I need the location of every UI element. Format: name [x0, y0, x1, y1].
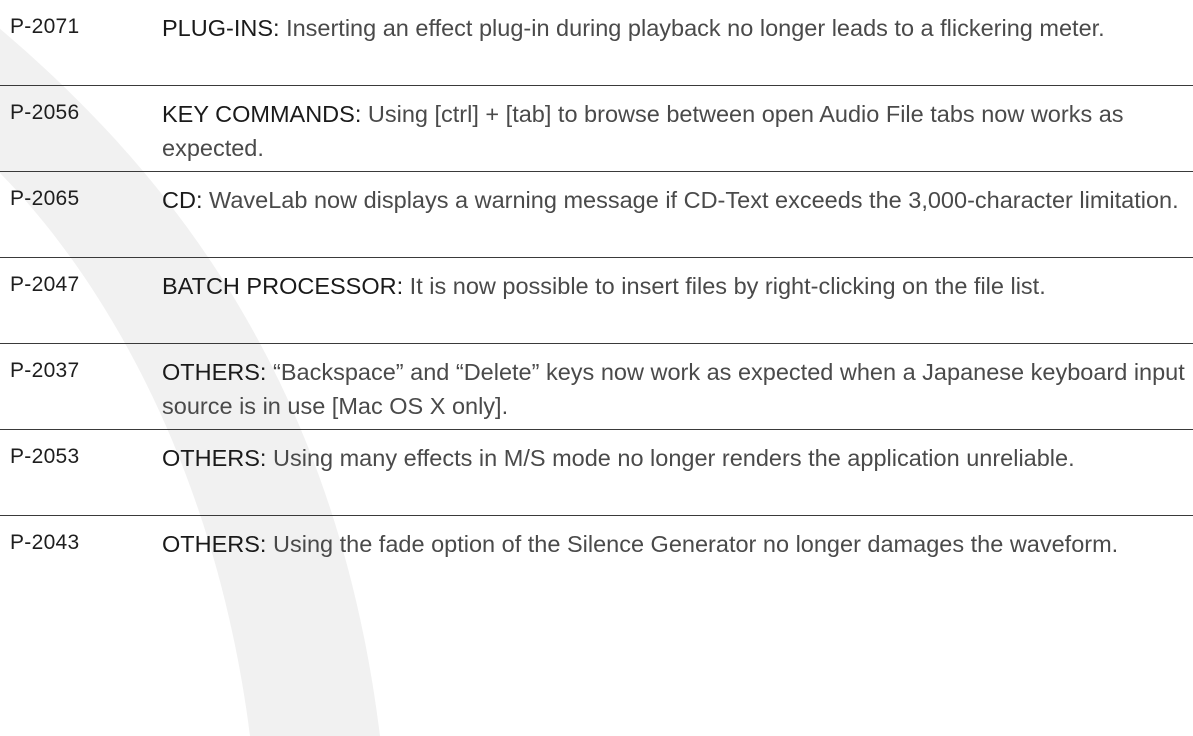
list-item: P-2071 PLUG-INS: Inserting an effect plu… [0, 0, 1193, 86]
issue-category: PLUG-INS: [162, 15, 280, 41]
issue-text: OTHERS: “Backspace” and “Delete” keys no… [162, 355, 1188, 423]
issue-text: KEY COMMANDS: Using [ctrl] + [tab] to br… [162, 97, 1188, 165]
issue-id: P-2043 [10, 531, 80, 554]
issue-category: OTHERS: [162, 359, 267, 385]
issue-category: BATCH PROCESSOR: [162, 273, 404, 299]
issue-id: P-2056 [10, 101, 80, 124]
issue-category: KEY COMMANDS: [162, 101, 362, 127]
list-item: P-2047 BATCH PROCESSOR: It is now possib… [0, 258, 1193, 344]
issue-description: Inserting an effect plug-in during playb… [286, 15, 1105, 41]
list-item: P-2065 CD: WaveLab now displays a warnin… [0, 172, 1193, 258]
issue-category: CD: [162, 187, 203, 213]
issue-category: OTHERS: [162, 445, 267, 471]
issue-text: OTHERS: Using the fade option of the Sil… [162, 527, 1188, 561]
issue-description: Using many effects in M/S mode no longer… [273, 445, 1075, 471]
issue-id: P-2037 [10, 359, 80, 382]
issue-description: “Backspace” and “Delete” keys now work a… [162, 359, 1185, 419]
issue-description: It is now possible to insert files by ri… [409, 273, 1046, 299]
issue-description: Using the fade option of the Silence Gen… [273, 531, 1119, 557]
list-item: P-2043 OTHERS: Using the fade option of … [0, 516, 1193, 602]
issue-category: OTHERS: [162, 531, 267, 557]
issue-description: WaveLab now displays a warning message i… [209, 187, 1179, 213]
issue-id: P-2047 [10, 273, 80, 296]
issue-text: CD: WaveLab now displays a warning messa… [162, 183, 1188, 217]
issue-text: PLUG-INS: Inserting an effect plug-in du… [162, 11, 1188, 45]
release-notes-list: P-2071 PLUG-INS: Inserting an effect plu… [0, 0, 1193, 602]
issue-id: P-2065 [10, 187, 80, 210]
list-item: P-2053 OTHERS: Using many effects in M/S… [0, 430, 1193, 516]
issue-text: OTHERS: Using many effects in M/S mode n… [162, 441, 1188, 475]
list-item: P-2037 OTHERS: “Backspace” and “Delete” … [0, 344, 1193, 430]
issue-id: P-2053 [10, 445, 80, 468]
list-item: P-2056 KEY COMMANDS: Using [ctrl] + [tab… [0, 86, 1193, 172]
issue-id: P-2071 [10, 15, 80, 38]
issue-text: BATCH PROCESSOR: It is now possible to i… [162, 269, 1188, 303]
